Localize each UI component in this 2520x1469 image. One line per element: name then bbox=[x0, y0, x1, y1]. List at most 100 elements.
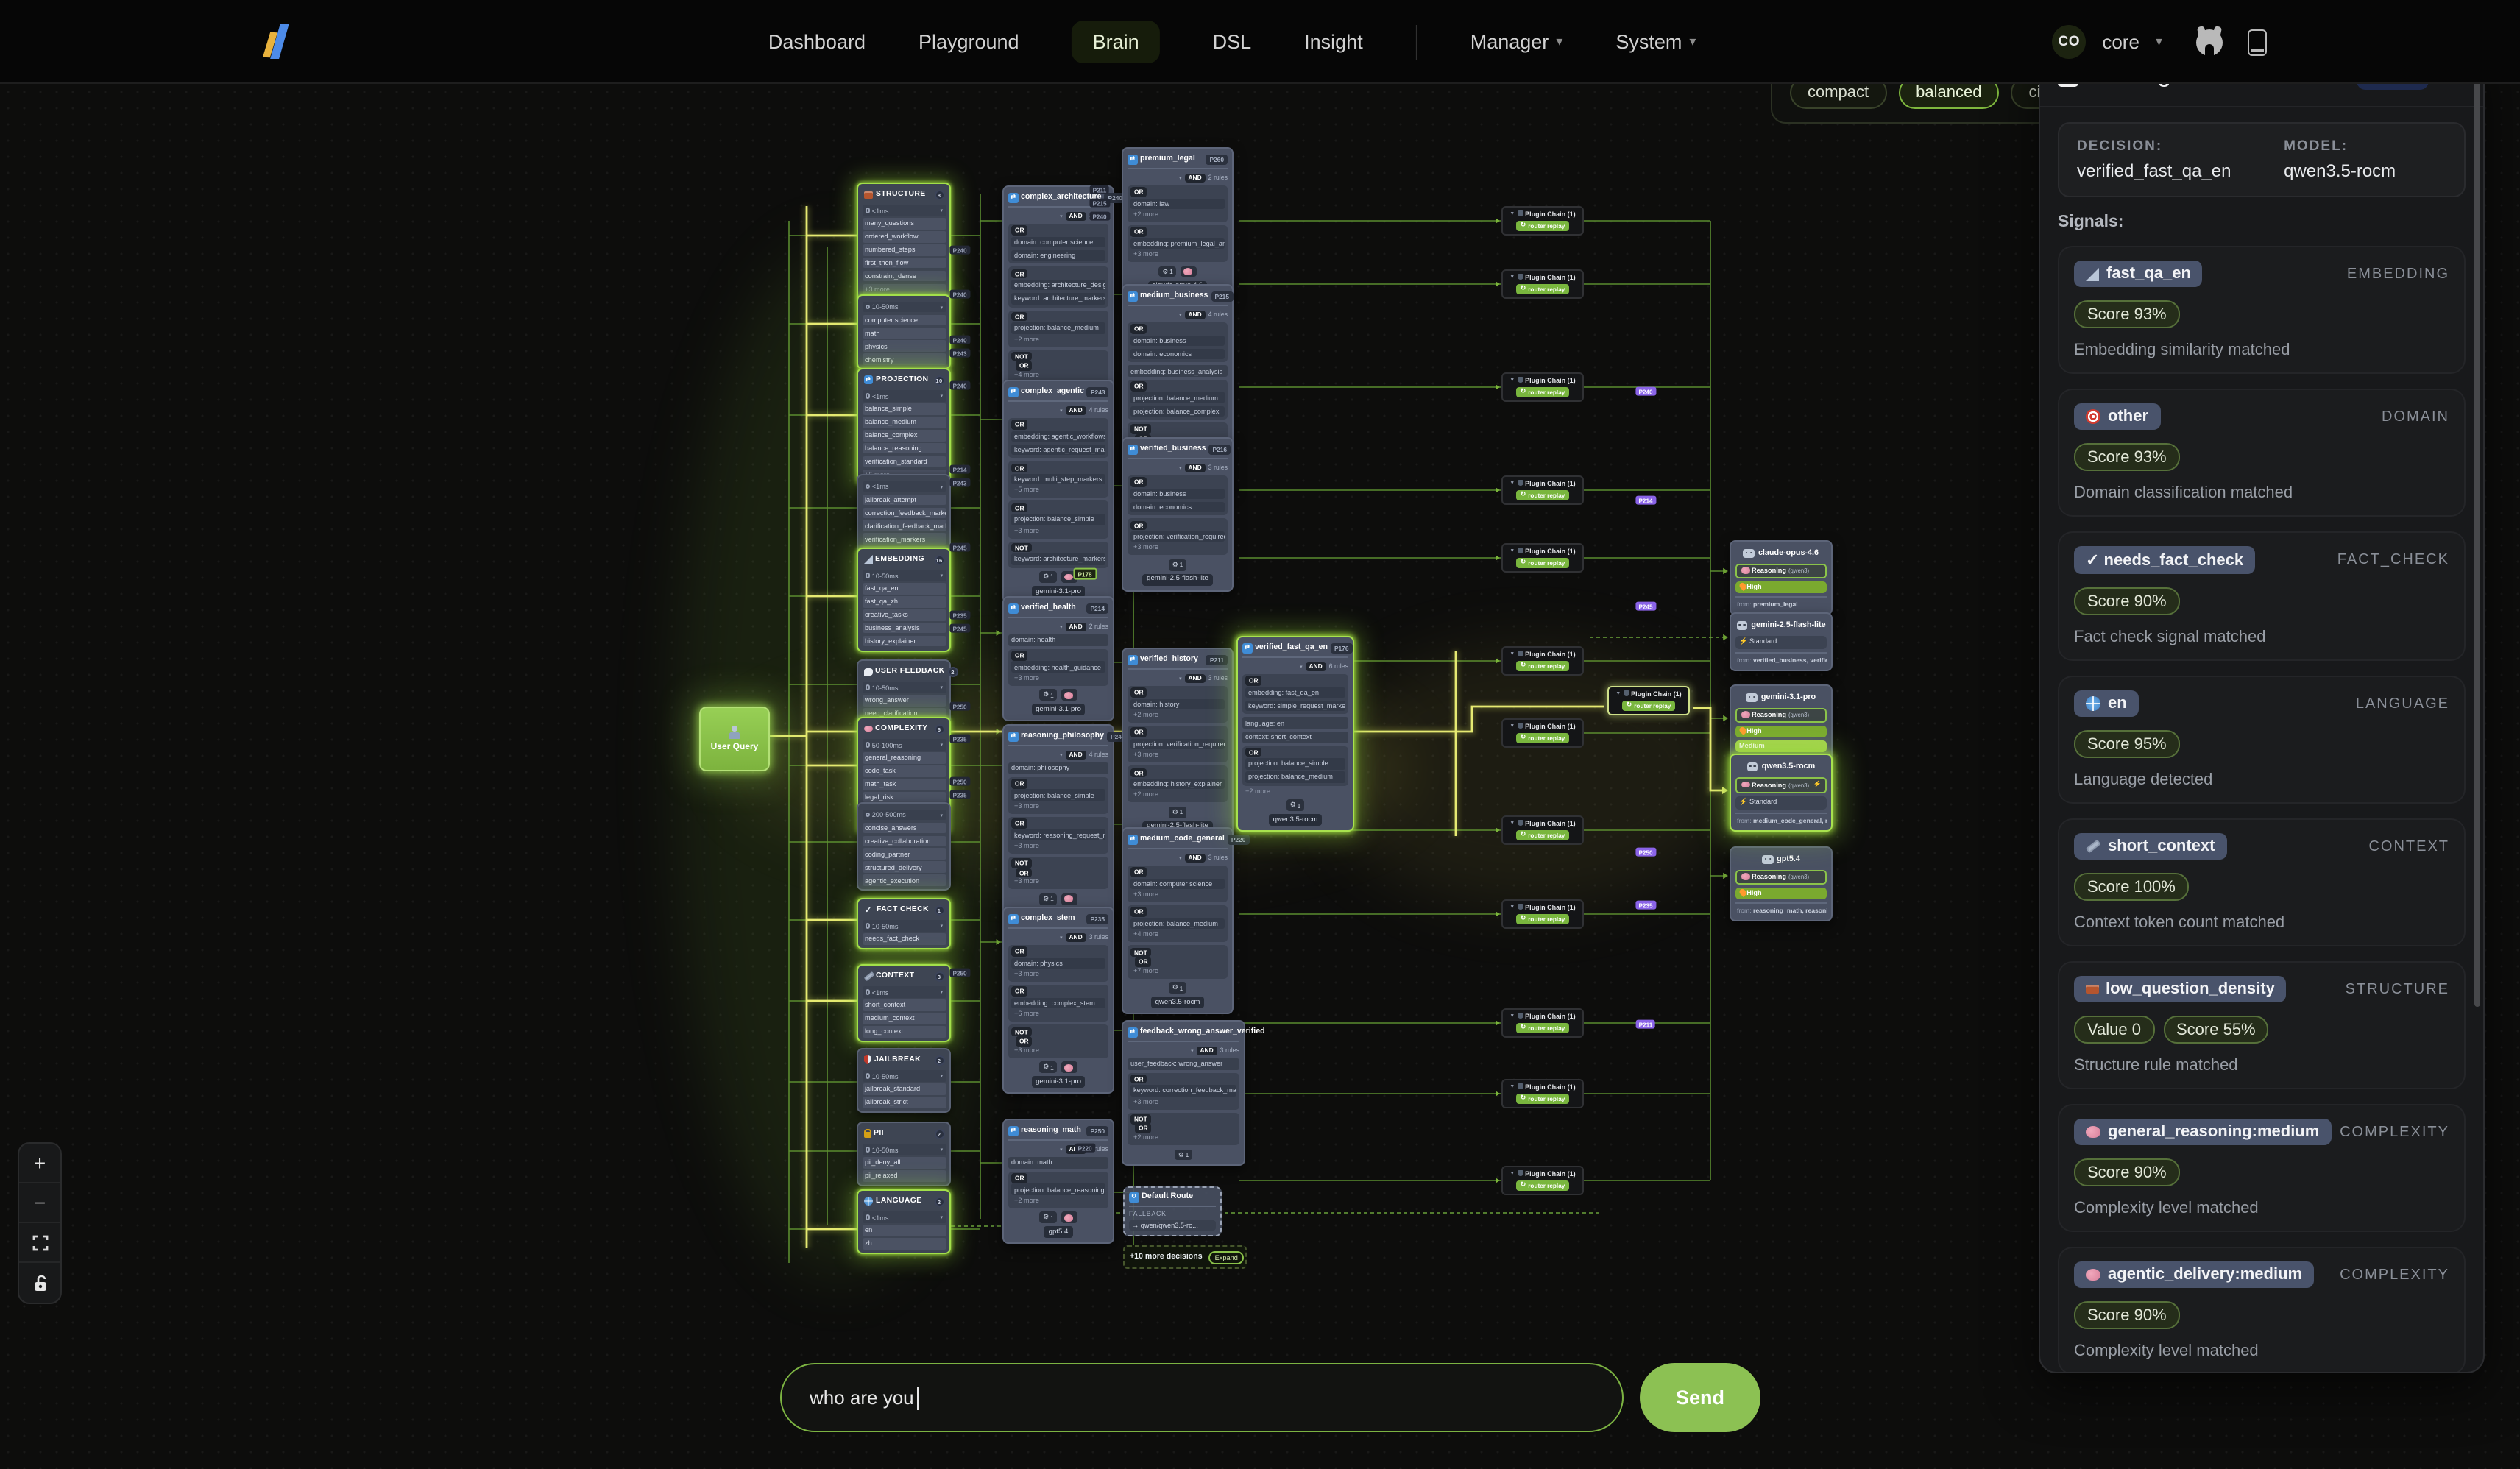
device-icon[interactable] bbox=[2248, 29, 2267, 55]
category-node-language[interactable]: LANGUAGE2<1ms▾enzh bbox=[857, 1189, 951, 1254]
plugin-chain-node[interactable]: ▼Plugin Chain (1)↻router replay bbox=[1501, 815, 1584, 845]
category-node-embedding[interactable]: EMBEDDING1610-50ms▾fast_qa_enfast_qa_zhc… bbox=[857, 548, 951, 652]
expand-button[interactable]: Expand bbox=[1208, 1250, 1245, 1264]
nav-item-brain[interactable]: Brain bbox=[1072, 21, 1160, 63]
plug-icon bbox=[1517, 275, 1523, 280]
plugin-chain-node[interactable]: ▼Plugin Chain (1)↻router replay bbox=[1501, 206, 1584, 236]
plugin-chain-node[interactable]: ▼Plugin Chain (1)↻router replay bbox=[1607, 686, 1690, 715]
score-badge: Score 100% bbox=[2074, 873, 2189, 901]
replay-icon: ↻ bbox=[1521, 1181, 1526, 1190]
category-item: correction_feedback_markers bbox=[862, 507, 946, 518]
timing-row[interactable]: 10-50ms▾ bbox=[862, 1144, 946, 1155]
zoom-out-button[interactable]: − bbox=[19, 1183, 60, 1223]
route-node-reasoning-math[interactable]: ⇄reasoning_mathP250▾AND2 rulesdomain: ma… bbox=[1002, 1119, 1114, 1244]
plugin-chain-node[interactable]: ▼Plugin Chain (1)↻router replay bbox=[1501, 1166, 1584, 1195]
rule-group: ORprojection: balance_medium+2 more bbox=[1008, 310, 1108, 347]
plugin-chain-node[interactable]: ▼Plugin Chain (1)↻router replay bbox=[1501, 1008, 1584, 1038]
plugin-chain-node[interactable]: ▼Plugin Chain (1)↻router replay bbox=[1501, 269, 1584, 299]
default-route-node[interactable]: ↻Default Route FALLBACK → qwen/qwen3.5-r… bbox=[1123, 1186, 1222, 1236]
timing-row[interactable]: <1ms▾ bbox=[862, 205, 946, 216]
model-node-qwen3-5-rocm[interactable]: qwen3.5-rocmReasoning(qwen3)⚡⚡ Standardf… bbox=[1730, 754, 1833, 832]
route-node-complex-agentic[interactable]: ⇄complex_agenticP243▾AND4 rulesORembeddi… bbox=[1002, 380, 1114, 603]
nav-item-insight[interactable]: Insight bbox=[1304, 31, 1363, 53]
route-name: complex_stem bbox=[1021, 915, 1075, 924]
model-node-gpt5-4[interactable]: gpt5.4Reasoning(qwen3)Highfrom: reasonin… bbox=[1730, 846, 1833, 921]
nav-item-system[interactable]: System▾ bbox=[1615, 31, 1696, 53]
route-node-verified-health[interactable]: ⇄verified_healthP214▾AND2 rulesdomain: h… bbox=[1002, 596, 1114, 721]
route-node-premium-legal[interactable]: ⇄premium_legalP260▾AND2 rulesORdomain: l… bbox=[1122, 147, 1234, 298]
edge-label: P211 bbox=[1636, 1020, 1656, 1030]
replay-icon: ↻ bbox=[1521, 1024, 1526, 1033]
plugin-chain-node[interactable]: ▼Plugin Chain (1)↻router replay bbox=[1501, 646, 1584, 676]
plugin-name: router replay bbox=[1528, 389, 1565, 396]
tools-count: 1 bbox=[1050, 896, 1054, 903]
timing-label: 10-50ms bbox=[872, 684, 899, 691]
plugin-chain-node[interactable]: ▼Plugin Chain (1)↻router replay bbox=[1501, 718, 1584, 748]
plugin-chain-node[interactable]: ▼Plugin Chain (1)↻router replay bbox=[1501, 1079, 1584, 1108]
category-item: clarification_feedback_markers bbox=[862, 520, 946, 531]
category-node-fact-check[interactable]: ✓FACT CHECK110-50ms▾needs_fact_check bbox=[857, 898, 951, 950]
account-name[interactable]: core bbox=[2102, 31, 2139, 53]
category-node-pii[interactable]: PII210-50ms▾pii_deny_allpii_relaxed bbox=[857, 1122, 951, 1186]
edge-label: P235 bbox=[949, 734, 969, 744]
timing-row[interactable]: 10-50ms▾ bbox=[862, 302, 946, 313]
logic-chip: AND bbox=[1184, 463, 1205, 472]
model-node-gemini-2-5-flash-lite[interactable]: gemini-2.5-flash-lite⚡ Standardfrom: ver… bbox=[1730, 612, 1833, 671]
fit-view-button[interactable] bbox=[19, 1223, 60, 1263]
timing-row[interactable]: 50-100ms▾ bbox=[862, 740, 946, 751]
category-node-structure[interactable]: STRUCTURE8<1ms▾many_questionsordered_wor… bbox=[857, 183, 951, 300]
timing-row[interactable]: 10-50ms▾ bbox=[862, 921, 946, 932]
category-node[interactable]: 200-500ms▾concise_answerscreative_collab… bbox=[857, 802, 951, 891]
chevron-down-icon: ▾ bbox=[1179, 175, 1181, 181]
plugin-chain-node[interactable]: ▼Plugin Chain (1)↻router replay bbox=[1501, 475, 1584, 505]
route-node-verified-fast-qa-en[interactable]: ⇄verified_fast_qa_enP176▾AND6 rulesORemb… bbox=[1236, 636, 1354, 832]
rule-row: language: en bbox=[1242, 718, 1348, 729]
route-node-verified-history[interactable]: ⇄verified_historyP211▾AND3 rulesORdomain… bbox=[1122, 648, 1234, 838]
avatar[interactable]: CO bbox=[2052, 25, 2086, 59]
zoom-in-button[interactable]: + bbox=[19, 1144, 60, 1183]
pill-sublabel: (qwen3) bbox=[1788, 567, 1809, 574]
category-node-jailbreak[interactable]: JAILBREAK210-50ms▾jailbreak_standardjail… bbox=[857, 1048, 951, 1113]
github-icon[interactable] bbox=[2196, 29, 2223, 55]
lock-button[interactable] bbox=[19, 1263, 60, 1303]
panel-scrollbar[interactable] bbox=[2474, 65, 2480, 1007]
nav-item-dashboard[interactable]: Dashboard bbox=[768, 31, 866, 53]
plugin-chain-node[interactable]: ▼Plugin Chain (1)↻router replay bbox=[1501, 899, 1584, 929]
route-node-verified-business[interactable]: ⇄verified_businessP216▾AND3 rulesORdomai… bbox=[1122, 437, 1234, 591]
route-node-complex-stem[interactable]: ⇄complex_stemP235▾AND3 rulesORdomain: ph… bbox=[1002, 907, 1114, 1094]
chevron-down-icon[interactable]: ▾ bbox=[2156, 34, 2162, 50]
timing-row[interactable]: <1ms▾ bbox=[862, 987, 946, 998]
group-operator: NOT bbox=[1011, 1027, 1032, 1036]
query-input[interactable]: who are you bbox=[780, 1363, 1624, 1432]
brand-logo-icon[interactable] bbox=[262, 22, 291, 60]
route-node-feedback-wrong-answer-verified[interactable]: ⇄feedback_wrong_answer_verified▾AND3 rul… bbox=[1122, 1020, 1245, 1167]
flame-icon bbox=[1738, 582, 1746, 591]
plugin-chain-node[interactable]: ▼Plugin Chain (1)↻router replay bbox=[1501, 372, 1584, 402]
category-node[interactable]: 10-50ms▾computer sciencemathphysicschemi… bbox=[857, 294, 951, 370]
category-node-projection[interactable]: ⇄PROJECTION10<1ms▾balance_simplebalance_… bbox=[857, 368, 951, 485]
router-replay-pill: ↻router replay bbox=[1516, 1093, 1570, 1104]
plugin-chain-node[interactable]: ▼Plugin Chain (1)↻router replay bbox=[1501, 543, 1584, 573]
route-node-reasoning-philosophy[interactable]: ⇄reasoning_philosophyP245▾AND4 rulesdoma… bbox=[1002, 724, 1114, 925]
category-node-context[interactable]: CONTEXT3<1ms▾short_contextmedium_context… bbox=[857, 964, 951, 1042]
nav-item-playground[interactable]: Playground bbox=[919, 31, 1019, 53]
nav-item-manager[interactable]: Manager▾ bbox=[1470, 31, 1563, 53]
timing-row[interactable]: 10-50ms▾ bbox=[862, 570, 946, 581]
rules-more: +7 more bbox=[1130, 966, 1225, 976]
rule-row: projection: balance_complex bbox=[1130, 406, 1225, 417]
rules-more: +3 more bbox=[1130, 249, 1225, 260]
send-button[interactable]: Send bbox=[1640, 1363, 1760, 1432]
plugin-chain-label: Plugin Chain (1) bbox=[1525, 723, 1576, 730]
timing-row[interactable]: <1ms▾ bbox=[862, 481, 946, 492]
timing-row[interactable]: 200-500ms▾ bbox=[862, 810, 946, 821]
route-node-medium-code-general[interactable]: ⇄medium_code_generalP220▾AND3 rulesORdom… bbox=[1122, 827, 1234, 1014]
timing-row[interactable]: <1ms▾ bbox=[862, 391, 946, 402]
category-node-user-feedback[interactable]: USER FEEDBACK210-50ms▾wrong_answerneed_c… bbox=[857, 659, 951, 724]
timing-row[interactable]: <1ms▾ bbox=[862, 1212, 946, 1223]
rule-row: domain: business bbox=[1130, 335, 1225, 346]
timing-row[interactable]: 10-50ms▾ bbox=[862, 682, 946, 693]
timing-row[interactable]: 10-50ms▾ bbox=[862, 1071, 946, 1082]
model-node-claude-opus-4-6[interactable]: claude-opus-4.6Reasoning(qwen3)Highfrom:… bbox=[1730, 540, 1833, 615]
user-query-node[interactable]: User Query bbox=[699, 707, 770, 771]
nav-item-dsl[interactable]: DSL bbox=[1213, 31, 1252, 53]
